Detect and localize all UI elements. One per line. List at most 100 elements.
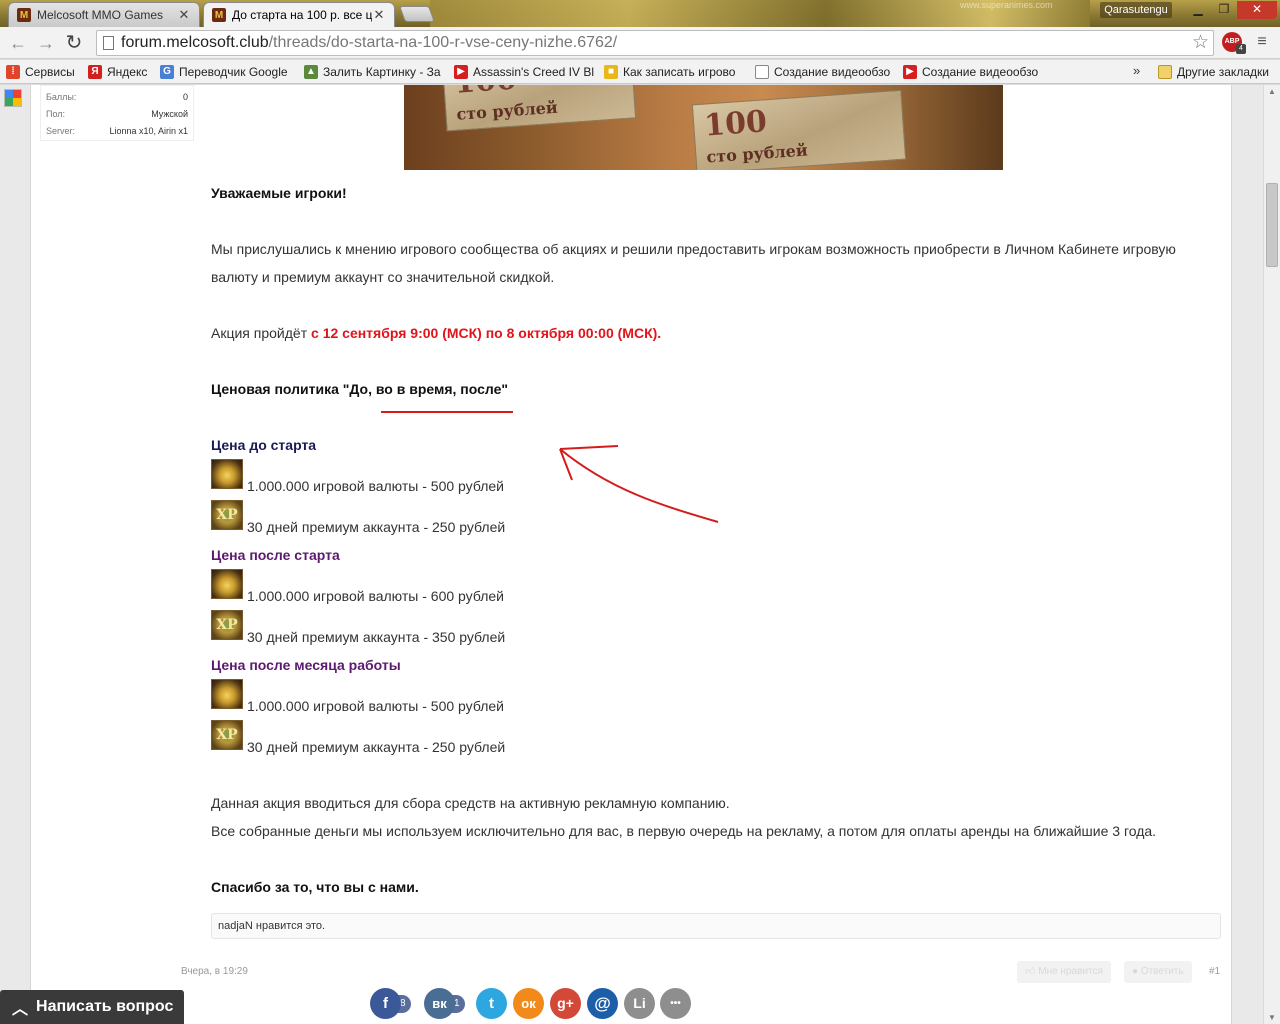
googleplus-icon[interactable]: g+ <box>550 988 581 1019</box>
bookmark-yandex[interactable]: Я Яндекс <box>88 63 156 81</box>
post-thanks: Спасибо за то, что вы с нами. <box>211 879 419 895</box>
tab-current-thread[interactable]: M До старта на 100 р. все ц ✕ <box>203 2 395 27</box>
price-currency-month: 1.000.000 игровой валюты - 500 рублей <box>247 698 504 714</box>
scroll-down-icon[interactable]: ▼ <box>1268 1013 1276 1022</box>
post-number[interactable]: #1 <box>1209 966 1220 977</box>
bookmark-services[interactable]: ⁞ Сервисы <box>6 63 86 81</box>
bookmark-video-review-2[interactable]: ▶ Создание видеообзо <box>903 63 1043 81</box>
bookmark-label: Создание видеообзо <box>922 65 1039 79</box>
browser-toolbar: ← → ↻ forum.melcosoft.club/threads/do-st… <box>0 27 1280 59</box>
bookmark-label: Создание видеообзо <box>774 65 891 79</box>
premium-xp-icon: XP <box>211 500 243 530</box>
twitter-icon[interactable]: t <box>476 988 507 1019</box>
likes-text[interactable]: nadjaN нравится это. <box>218 920 325 932</box>
price-premium-after: 30 дней премиум аккаунта - 350 рублей <box>247 629 506 645</box>
like-button[interactable]: 👍︎ Мне нравится <box>1017 961 1111 983</box>
premium-xp-icon: XP <box>211 610 243 640</box>
bookmark-label: Сервисы <box>25 65 75 79</box>
new-tab-button[interactable] <box>399 6 435 22</box>
vkontakte-icon[interactable]: вк <box>424 988 455 1019</box>
ask-question-button[interactable]: ︿ Написать вопрос <box>0 990 184 1024</box>
bookmark-label: Яндекс <box>107 65 148 79</box>
price-currency-after: 1.000.000 игровой валюты - 600 рублей <box>247 588 504 604</box>
image-upload-icon: ▲ <box>304 65 318 79</box>
purpose-line-1: Данная акция вводиться для сбора средств… <box>211 795 730 811</box>
address-bar[interactable]: forum.melcosoft.club/threads/do-starta-n… <box>96 30 1214 56</box>
bookmark-video-review-1[interactable]: Создание видеообзо <box>755 63 893 81</box>
premium-xp-icon: XP <box>211 720 243 750</box>
adblock-count-badge: 4 <box>1236 44 1246 54</box>
close-tab-icon[interactable]: ✕ <box>372 7 386 23</box>
close-window-icon[interactable]: ✕ <box>1237 1 1277 19</box>
section-title-before-start: Цена до старта <box>211 437 317 453</box>
folder-icon <box>1158 65 1172 79</box>
apps-icon: ⁞ <box>6 65 20 79</box>
ask-question-label: Написать вопрос <box>36 998 174 1015</box>
wallpaper-watermark: www.superanimes.com <box>960 0 1053 10</box>
vertical-scrollbar[interactable]: ▲ ▼ <box>1263 85 1280 1024</box>
youtube-icon: ▶ <box>454 65 468 79</box>
profile-button[interactable]: Qarasutengu <box>1100 2 1172 18</box>
purpose-line-2: Все собранные деньги мы используем исклю… <box>211 823 1157 839</box>
bookmark-label: Залить Картинку - За <box>323 65 441 79</box>
tab-strip: M Melcosoft MMO Games ✕ M До старта на 1… <box>0 0 1280 27</box>
url-host: forum.melcosoft.club <box>121 34 269 51</box>
melcosoft-favicon-icon: M <box>212 8 226 22</box>
tab-melcosoft[interactable]: M Melcosoft MMO Games ✕ <box>8 2 200 27</box>
page-icon <box>103 36 114 50</box>
game-currency-icon <box>211 459 243 489</box>
game-currency-icon <box>211 569 243 599</box>
other-bookmarks-folder[interactable]: Другие закладки <box>1158 63 1276 81</box>
section-title-after-start: Цена после старта <box>211 547 340 563</box>
tab-title: До старта на 100 р. все ц <box>232 8 372 22</box>
bookmark-assassins-creed[interactable]: ▶ Assassin's Creed IV Bl <box>454 63 594 81</box>
yandex-icon: Я <box>88 65 102 79</box>
bookmark-star-icon[interactable]: ☆ <box>1192 31 1209 54</box>
back-icon[interactable]: ← <box>6 31 30 55</box>
close-tab-icon[interactable]: ✕ <box>177 7 191 23</box>
price-premium-before: 30 дней премиум аккаунта - 250 рублей <box>247 519 506 535</box>
restore-icon[interactable]: ❐ <box>1211 1 1237 19</box>
mailru-icon[interactable]: @ <box>587 988 618 1019</box>
translate-icon: G <box>160 65 174 79</box>
forward-icon[interactable]: → <box>34 31 58 55</box>
bookmark-how-to-record[interactable]: ■ Как записать игрово <box>604 63 744 81</box>
tab-title: Melcosoft MMO Games <box>37 8 164 22</box>
screenshot-annotation <box>381 403 760 525</box>
facebook-icon[interactable]: f <box>370 988 401 1019</box>
bookmarks-bar: ⁞ Сервисы Я Яндекс G Переводчик Google ▲ Зал… <box>0 60 1280 84</box>
price-currency-before: 1.000.000 игровой валюты - 500 рублей <box>247 478 504 494</box>
thumbs-up-icon: 👍︎ <box>1025 966 1039 977</box>
page-viewport: Баллы: 0 Пол: Мужской Server: Lionna x10, A… <box>0 85 1263 1024</box>
odnoklassniki-icon[interactable]: ок <box>513 988 544 1019</box>
bookmark-image-upload[interactable]: ▲ Залить Картинку - За <box>304 63 444 81</box>
bookmark-label: Assassin's Creed IV Bl <box>473 65 594 79</box>
liveinternet-icon[interactable]: Li <box>624 988 655 1019</box>
url-text[interactable]: forum.melcosoft.club/threads/do-starta-n… <box>121 34 617 52</box>
likes-summary: nadjaN нравится это. <box>211 913 1221 939</box>
price-premium-month: 30 дней премиум аккаунта - 250 рублей <box>247 739 506 755</box>
minimize-icon[interactable]: ▁ <box>1185 1 1211 19</box>
youtube-icon: ▶ <box>903 65 917 79</box>
url-path: /threads/do-starta-na-100-r-vse-ceny-niz… <box>268 34 618 51</box>
bookmark-label: Переводчик Google <box>179 65 288 79</box>
speech-bubble-icon: ● <box>1132 966 1141 977</box>
bookmark-label: Как записать игрово <box>623 65 736 79</box>
chrome-menu-icon[interactable]: ≡ <box>1254 33 1270 53</box>
game-currency-icon <box>211 679 243 709</box>
page-icon <box>755 65 769 79</box>
bookmark-yellow-icon: ■ <box>604 65 618 79</box>
scrollbar-thumb[interactable] <box>1266 183 1278 267</box>
annotation-white-patch <box>416 403 760 525</box>
reply-label: Ответить <box>1140 966 1184 977</box>
reload-icon[interactable]: ↻ <box>62 31 86 55</box>
scroll-up-icon[interactable]: ▲ <box>1268 87 1276 96</box>
reply-button[interactable]: ● Ответить <box>1124 961 1192 983</box>
bookmarks-overflow-chevron[interactable]: » <box>1133 63 1140 78</box>
more-icon[interactable]: ••• <box>660 988 691 1019</box>
post-date[interactable]: Вчера, в 19:29 <box>181 966 248 977</box>
bookmark-google-translate[interactable]: G Переводчик Google <box>160 63 298 81</box>
like-label: Мне нравится <box>1038 966 1103 977</box>
chevron-up-icon: ︿ <box>12 1001 29 1018</box>
bookmark-label: Другие закладки <box>1177 65 1269 79</box>
